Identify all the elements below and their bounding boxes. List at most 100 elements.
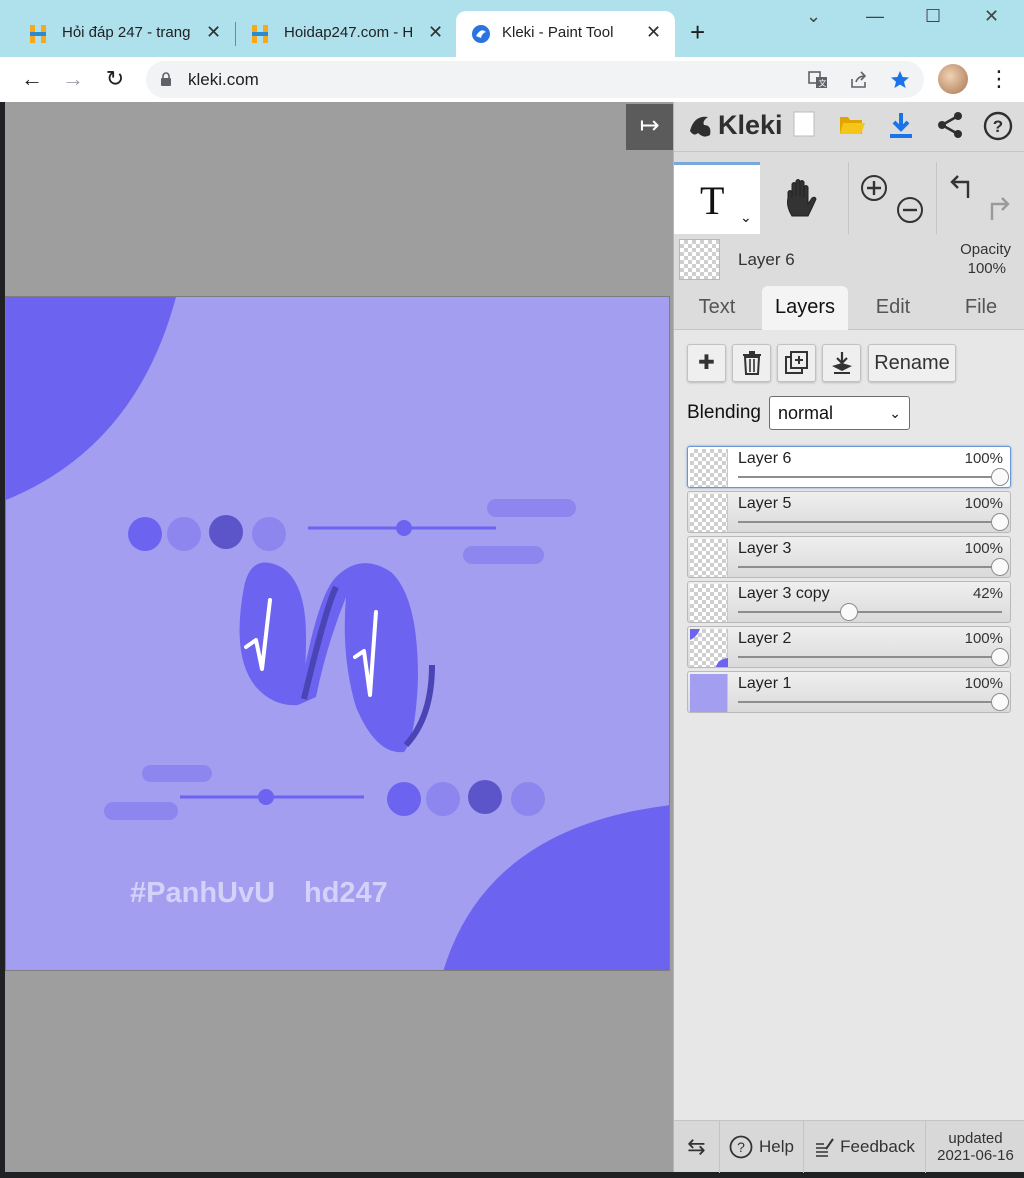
text-tool-icon: T [700, 178, 725, 223]
blending-value: normal [778, 403, 834, 423]
tab-close-icon[interactable]: ✕ [428, 22, 443, 43]
duplicate-layer-button[interactable] [777, 344, 816, 382]
hoidap-favicon-icon [252, 25, 268, 43]
kleki-favicon-icon [472, 25, 490, 43]
canvas-tag-right: hd247 [304, 877, 388, 909]
opacity-slider[interactable] [738, 521, 1002, 523]
translate-icon[interactable]: 文 [808, 70, 828, 90]
layer-row[interactable]: Layer 3 100% [687, 536, 1011, 578]
tab-close-icon[interactable]: ✕ [646, 22, 661, 43]
opacity-slider-knob[interactable] [839, 603, 858, 621]
corner-blob-bottom-right [443, 805, 669, 970]
layer-row[interactable]: Layer 2 100% [687, 626, 1011, 668]
bookmark-star-icon[interactable] [890, 70, 910, 90]
opacity-slider[interactable] [738, 566, 1002, 568]
layer-row[interactable]: Layer 3 copy 42% [687, 581, 1011, 623]
layer-name: Layer 3 [738, 540, 792, 557]
collapse-panel-button[interactable]: ↦ [626, 104, 673, 150]
minimize-icon[interactable]: — [866, 6, 884, 27]
dot [209, 515, 243, 549]
opacity-slider-knob[interactable] [991, 648, 1009, 666]
layer-opacity: 100% [964, 450, 1003, 467]
panel-tabs: Text Layers Edit File [674, 284, 1024, 330]
pill [487, 499, 576, 517]
back-icon[interactable]: ← [19, 66, 45, 92]
tab-file[interactable]: File [938, 286, 1024, 330]
divider [848, 162, 849, 234]
close-window-icon[interactable]: ✕ [984, 6, 999, 27]
help-button[interactable]: ? Help [720, 1121, 804, 1173]
merge-down-button[interactable] [822, 344, 861, 382]
layer-row[interactable]: Layer 6 100% [687, 446, 1011, 488]
opacity-value: 100% [967, 260, 1006, 277]
tab-close-icon[interactable]: ✕ [206, 22, 221, 43]
svg-text:?: ? [993, 117, 1003, 136]
add-layer-button[interactable]: ✚ [687, 344, 726, 382]
text-tool-button[interactable]: T ⌄ [674, 162, 760, 234]
pill [142, 765, 212, 782]
opacity-slider-knob[interactable] [991, 693, 1009, 711]
layer-row[interactable]: Layer 5 100% [687, 491, 1011, 533]
feedback-button[interactable]: Feedback [804, 1121, 926, 1173]
redo-button[interactable] [980, 162, 1020, 234]
merge-down-icon [831, 352, 852, 374]
zoom-in-button[interactable] [858, 162, 892, 234]
share-page-icon[interactable] [849, 70, 869, 90]
pill [463, 546, 544, 564]
layer-row[interactable]: Layer 1 100% [687, 671, 1011, 713]
redo-icon [990, 197, 1010, 220]
delete-layer-button[interactable] [732, 344, 771, 382]
swap-side-button[interactable]: ⇆ [674, 1121, 720, 1173]
opacity-slider-knob[interactable] [991, 513, 1009, 531]
zoom-out-button[interactable] [894, 162, 928, 234]
pill [104, 802, 178, 820]
new-tab-button[interactable]: + [690, 18, 705, 46]
svg-text:?: ? [737, 1139, 745, 1155]
swap-icon: ⇆ [687, 1134, 706, 1159]
undo-button[interactable] [944, 162, 980, 234]
tab-search-icon[interactable]: ⌄ [806, 6, 821, 27]
new-image-icon[interactable] [788, 111, 820, 143]
updated-info: updated 2021-06-16 [926, 1121, 1024, 1173]
help-icon[interactable]: ? [982, 111, 1014, 143]
opacity-slider[interactable] [738, 611, 1002, 613]
opacity-slider-knob[interactable] [991, 558, 1009, 576]
maximize-icon[interactable]: ☐ [925, 6, 941, 27]
layer-name: Layer 5 [738, 495, 792, 512]
tab-title: Hoidap247.com - H [284, 24, 414, 41]
browser-tab-hoidap-2[interactable]: Hoidap247.com - H ✕ [222, 11, 454, 57]
corner-blob-top-left [6, 297, 176, 500]
hand-tool-button[interactable] [770, 162, 838, 234]
current-layer-thumbnail [679, 239, 720, 280]
reload-icon[interactable]: ↻ [102, 66, 128, 92]
share-icon[interactable] [934, 111, 966, 143]
opacity-slider[interactable] [738, 656, 1002, 658]
browser-tab-hoidap-1[interactable]: Hỏi đáp 247 - trang ✕ [0, 11, 232, 57]
help-label: Help [759, 1137, 794, 1156]
tab-layers[interactable]: Layers [762, 286, 848, 330]
opacity-slider[interactable] [738, 701, 1002, 703]
dot [468, 780, 502, 814]
current-layer-name: Layer 6 [738, 250, 795, 269]
profile-avatar[interactable] [938, 64, 968, 94]
browser-menu-icon[interactable]: ⋮ [988, 65, 1010, 93]
tab-text[interactable]: Text [674, 286, 760, 330]
hoidap-favicon-icon [30, 25, 46, 43]
open-folder-icon[interactable] [836, 111, 868, 143]
chevron-down-icon[interactable]: ⌄ [740, 209, 752, 226]
opacity-slider[interactable] [738, 476, 1002, 478]
chevron-down-icon: ⌄ [889, 405, 901, 421]
feedback-label: Feedback [840, 1137, 915, 1156]
forward-icon[interactable]: → [60, 66, 86, 92]
drawing-canvas[interactable]: #PanhUvU hd247 [5, 296, 670, 971]
opacity-slider-knob[interactable] [991, 468, 1009, 486]
browser-tab-kleki[interactable]: Kleki - Paint Tool ✕ [456, 11, 675, 57]
browser-tab-strip: Hỏi đáp 247 - trang ✕ Hoidap247.com - H … [0, 0, 1024, 57]
layer-name: Layer 1 [738, 675, 792, 692]
download-icon[interactable] [885, 111, 917, 143]
tab-edit[interactable]: Edit [850, 286, 936, 330]
address-bar[interactable]: kleki.com 文 [146, 61, 924, 98]
layer-thumbnail [690, 494, 728, 532]
rename-layer-button[interactable]: Rename [868, 344, 956, 382]
blending-select[interactable]: normal ⌄ [769, 396, 910, 430]
